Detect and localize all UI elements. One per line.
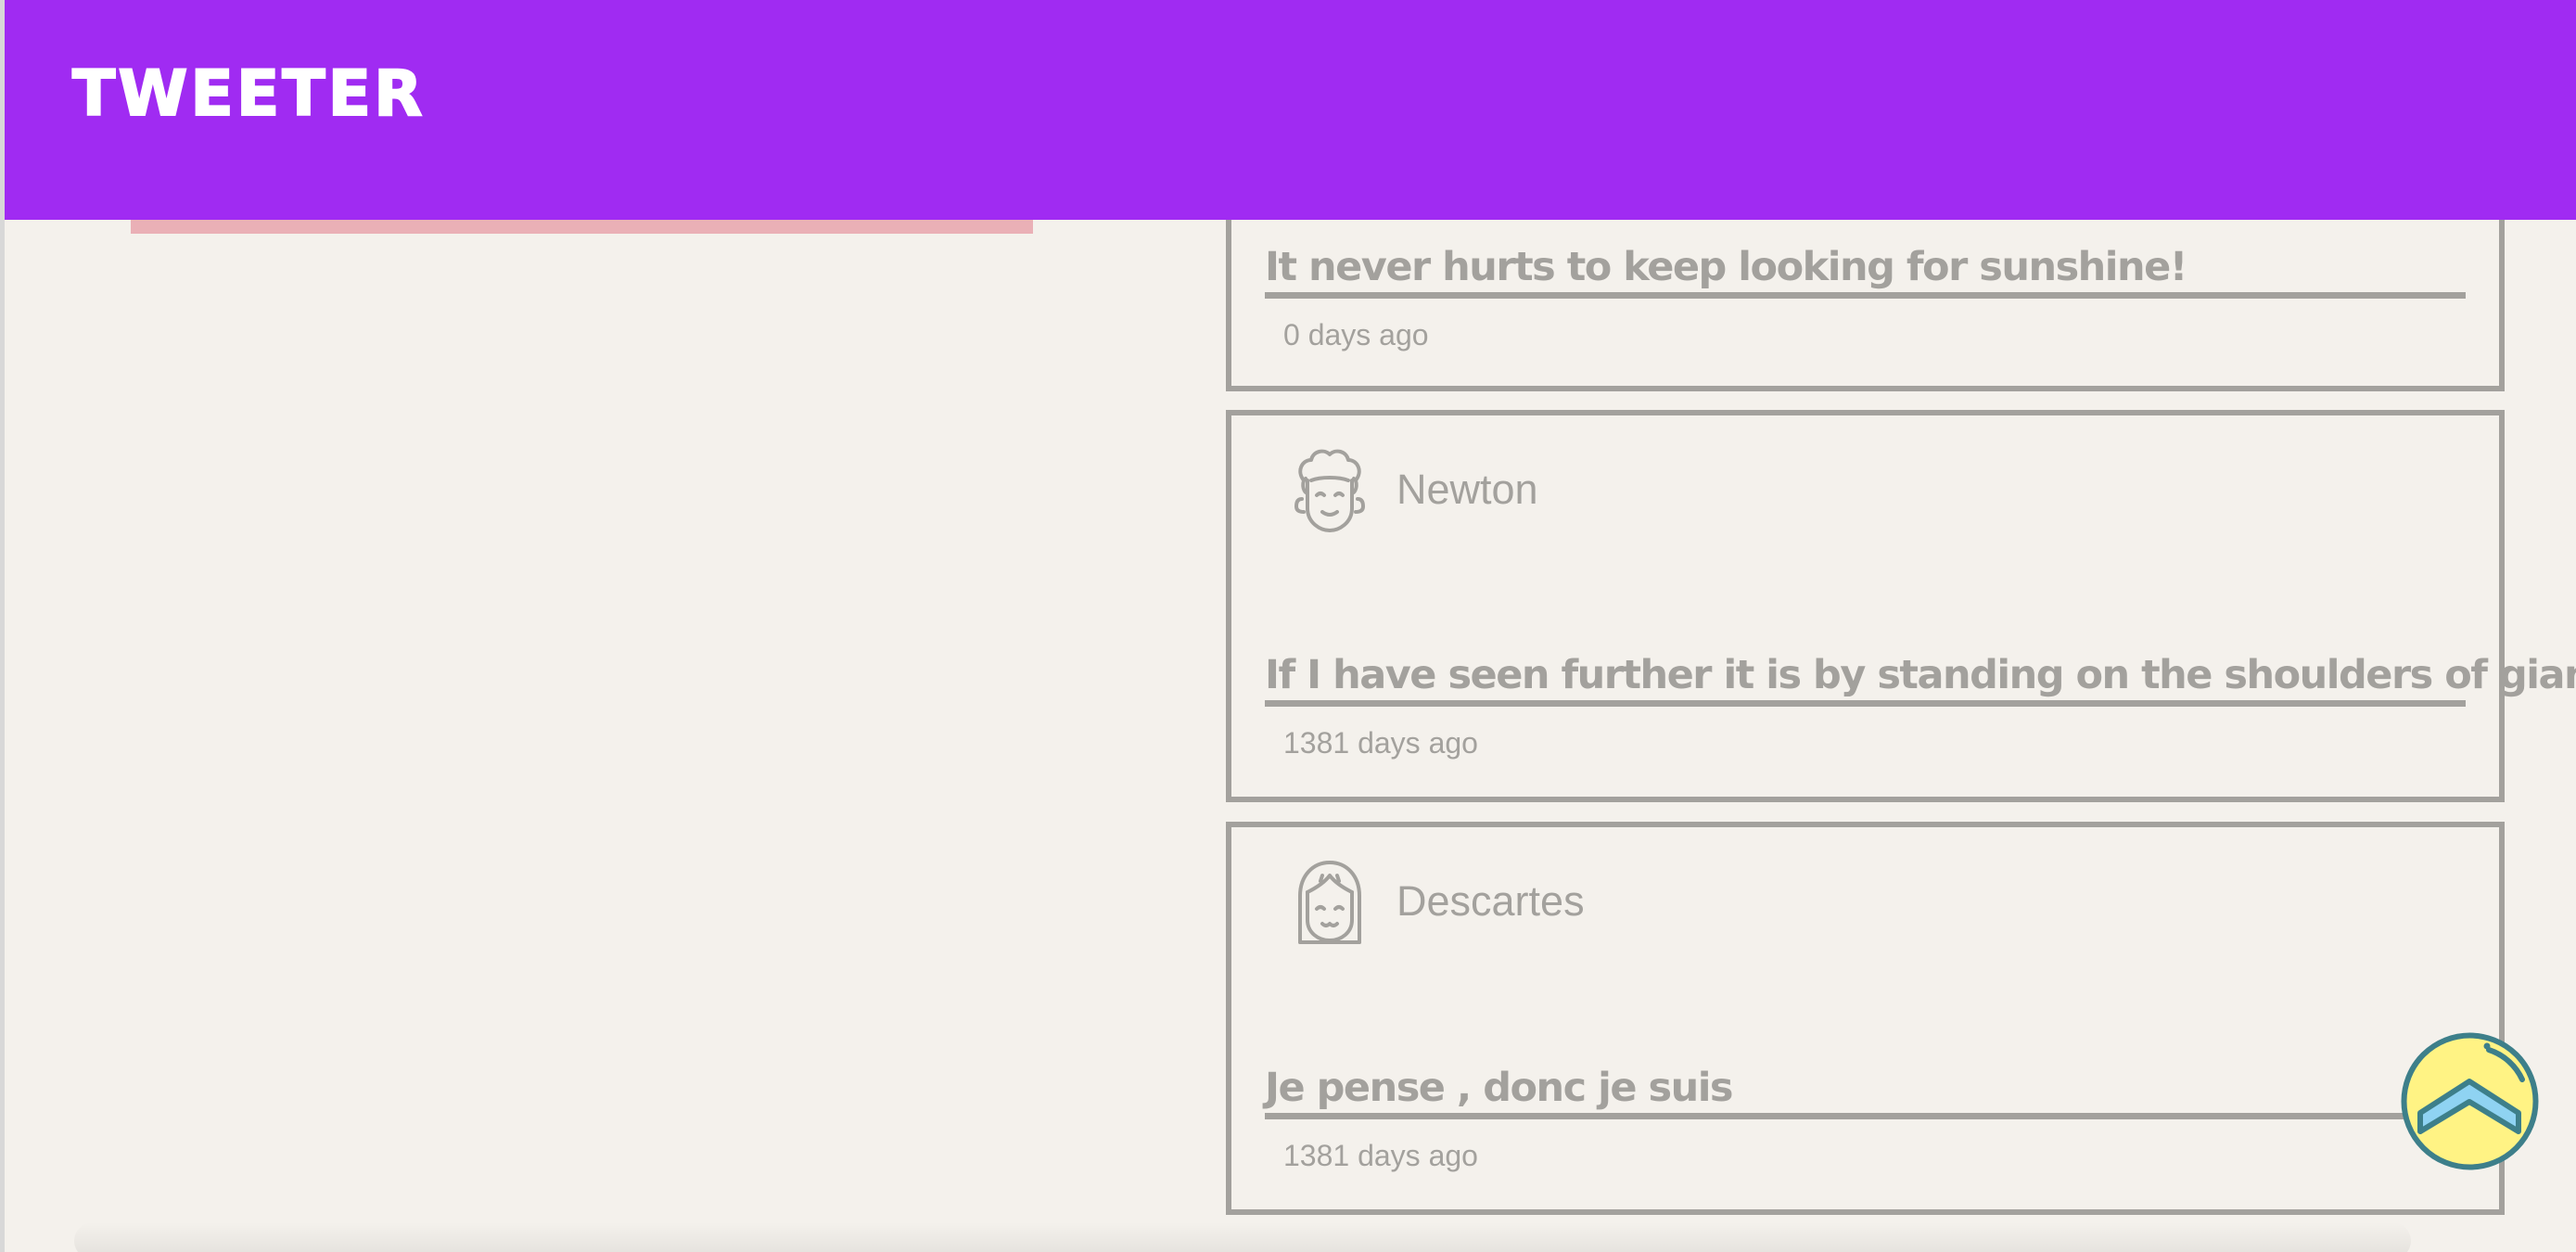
- tweet-author: Descartes: [1396, 877, 1585, 925]
- brand-logo[interactable]: TWEETER: [71, 57, 426, 132]
- tweet-text: It never hurts to keep looking for sunsh…: [1265, 242, 2466, 299]
- chevron-up-icon: [2401, 1032, 2539, 1170]
- curly-hair-face-icon: [1294, 449, 1365, 532]
- bob-hair-face-icon: [1298, 861, 1361, 944]
- navbar: TWEETER: [5, 0, 2576, 220]
- scroll-to-top-button[interactable]: [2400, 1031, 2540, 1171]
- page: TWEETER It never hurts to keep looking f…: [0, 0, 2576, 1252]
- tweet-card: Newton If I have seen further it is by s…: [1226, 410, 2576, 802]
- tweet-text: If I have seen further it is by standing…: [1265, 650, 2576, 707]
- tweet-timestamp: 1381 days ago: [1283, 726, 1478, 760]
- tweet-timestamp: 1381 days ago: [1283, 1139, 1478, 1172]
- tweet-text: Je pense , donc je suis: [1265, 1063, 2466, 1119]
- tweet-card: Descartes Je pense , donc je suis 1381 d…: [1226, 822, 2505, 1215]
- tweet-author: Newton: [1396, 466, 1538, 513]
- tweet-timestamp: 0 days ago: [1283, 318, 1429, 351]
- footer-shadow: [74, 1222, 2411, 1252]
